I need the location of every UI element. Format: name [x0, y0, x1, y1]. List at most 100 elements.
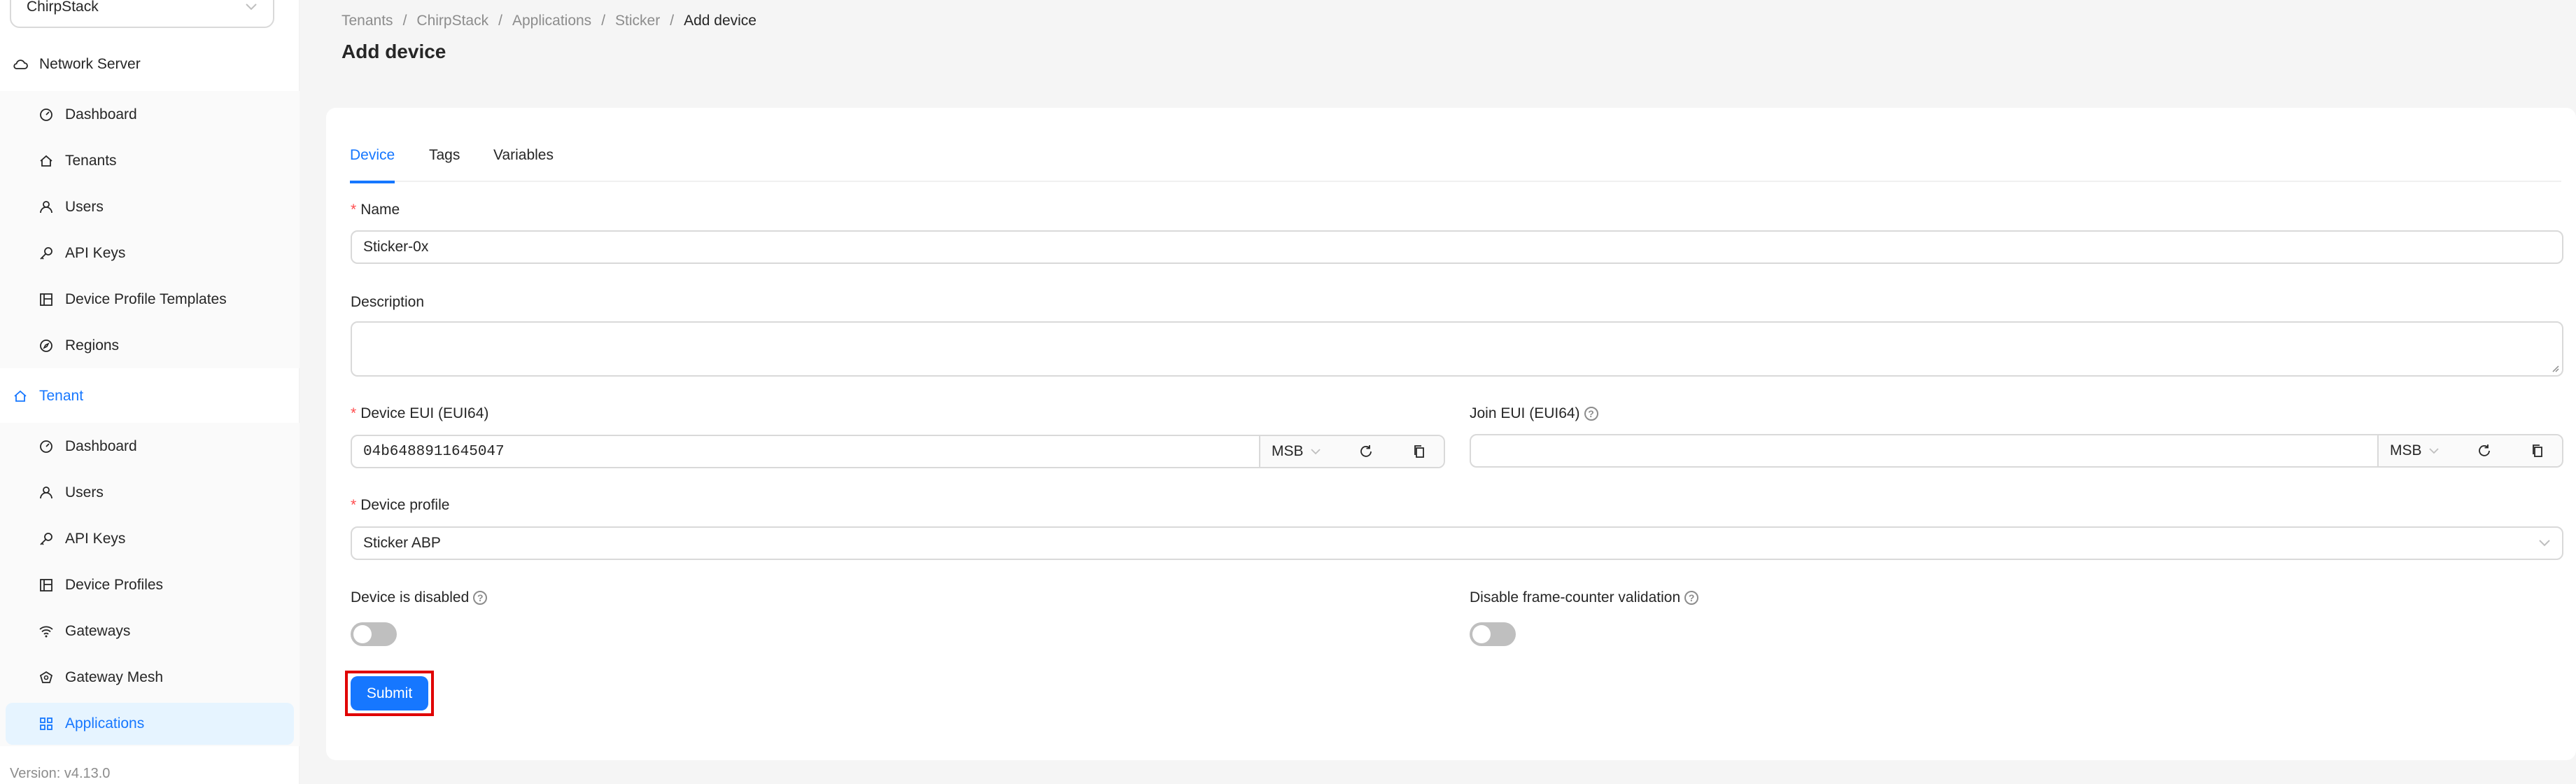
chevron-down-icon: [2428, 447, 2439, 454]
sidebar-item-label: Gateways: [65, 623, 131, 639]
key-icon: [38, 246, 54, 261]
sidebar-item-label: Regions: [65, 337, 120, 354]
dev-eui-value: 04b6488911645047: [363, 443, 505, 460]
required-mark: *: [351, 405, 357, 421]
join-eui-addon: MSB: [2377, 435, 2562, 466]
appstore-icon: [38, 716, 54, 732]
sidebar-item-ns-dashboard[interactable]: Dashboard: [6, 94, 294, 136]
help-icon[interactable]: ?: [473, 591, 488, 605]
sidebar-item-label: Users: [65, 199, 104, 215]
sidebar-item-ns-regions[interactable]: Regions: [6, 325, 294, 367]
sidebar-section-label: Tenant: [39, 388, 84, 404]
breadcrumb-current: Add device: [684, 13, 756, 29]
join-eui-byte-order-select[interactable]: MSB: [2390, 442, 2439, 459]
copy-icon[interactable]: [2530, 443, 2545, 458]
required-mark: *: [351, 202, 357, 218]
sidebar-item-tenant-applications[interactable]: Applications: [6, 703, 294, 745]
sidebar-item-tenant-gateways[interactable]: Gateways: [6, 610, 294, 652]
sidebar-item-label: Device Profile Templates: [65, 291, 227, 307]
dev-eui-input-group: 04b6488911645047 MSB: [351, 435, 1445, 468]
name-input-value: Sticker-0x: [363, 239, 429, 255]
dev-eui-addon: MSB: [1259, 436, 1444, 467]
breadcrumb-applications[interactable]: Applications: [512, 13, 591, 29]
sidebar-item-ns-device-profile-templates[interactable]: Device Profile Templates: [6, 279, 294, 321]
device-disabled-label-text: Device is disabled: [351, 589, 470, 606]
home-icon: [13, 388, 28, 404]
dev-eui-byte-order-value: MSB: [1272, 443, 1304, 459]
sidebar-item-tenant-dashboard[interactable]: Dashboard: [6, 426, 294, 468]
dashboard-icon: [38, 439, 54, 454]
sidebar-item-label: API Keys: [65, 245, 126, 261]
device-profile-select[interactable]: Sticker ABP: [351, 526, 2563, 560]
user-icon: [38, 200, 54, 215]
name-input[interactable]: Sticker-0x: [351, 230, 2563, 264]
join-eui-label-text: Join EUI (EUI64): [1470, 405, 1580, 421]
tenant-select[interactable]: ChirpStack: [10, 0, 274, 28]
tab-tags[interactable]: Tags: [429, 147, 460, 182]
sidebar-item-label: Applications: [65, 715, 145, 732]
breadcrumb-separator: /: [402, 13, 407, 29]
breadcrumb-tenants[interactable]: Tenants: [342, 13, 393, 29]
sidebar-item-label: Dashboard: [65, 438, 137, 454]
sidebar-section-network-server[interactable]: Network Server: [0, 41, 300, 88]
name-label: * Name: [351, 202, 400, 218]
compass-icon: [38, 338, 54, 354]
help-icon[interactable]: ?: [1584, 407, 1598, 421]
sidebar-item-label: Dashboard: [65, 106, 137, 122]
join-eui-label: Join EUI (EUI64)?: [1470, 405, 1598, 422]
refresh-icon[interactable]: [1358, 444, 1374, 459]
copy-icon[interactable]: [1412, 444, 1427, 459]
submit-button[interactable]: Submit: [351, 676, 428, 710]
sidebar-item-label: Tenants: [65, 153, 117, 169]
breadcrumb: Tenants / ChirpStack / Applications / Stick…: [342, 13, 756, 29]
sidebar-item-tenant-users[interactable]: Users: [6, 472, 294, 514]
sidebar-item-label: Device Profiles: [65, 577, 164, 593]
breadcrumb-chirpstack[interactable]: ChirpStack: [416, 13, 488, 29]
home-icon: [38, 153, 54, 169]
toggle-knob: [353, 625, 372, 643]
sidebar-item-label: Gateway Mesh: [65, 669, 164, 685]
device-profile-label: * Device profile: [351, 497, 449, 514]
key-icon: [38, 531, 54, 547]
tab-device[interactable]: Device: [350, 147, 395, 183]
chevron-down-icon: [2538, 539, 2551, 547]
tab-bar: Device Tags Variables: [350, 144, 2561, 183]
breadcrumb-sticker[interactable]: Sticker: [615, 13, 660, 29]
required-mark: *: [351, 497, 357, 513]
tab-variables[interactable]: Variables: [493, 147, 554, 182]
help-icon[interactable]: ?: [1684, 591, 1699, 605]
sidebar-item-label: API Keys: [65, 531, 126, 547]
disable-fcnt-toggle[interactable]: [1470, 622, 1516, 646]
device-disabled-label: Device is disabled?: [351, 589, 488, 606]
template-icon: [38, 578, 54, 593]
dashboard-icon: [38, 107, 54, 122]
breadcrumb-separator: /: [670, 13, 675, 29]
dev-eui-byte-order-select[interactable]: MSB: [1272, 443, 1321, 460]
version-text: Version: v4.13.0: [10, 766, 111, 781]
dev-eui-input[interactable]: 04b6488911645047: [352, 436, 1259, 467]
description-textarea[interactable]: [351, 321, 2563, 377]
tenant-select-value: ChirpStack: [27, 0, 99, 15]
refresh-icon[interactable]: [2477, 443, 2492, 458]
sidebar-item-tenant-device-profiles[interactable]: Device Profiles: [6, 564, 294, 606]
device-disabled-toggle[interactable]: [351, 622, 397, 646]
sidebar-item-tenant-gateway-mesh[interactable]: Gateway Mesh: [6, 657, 294, 699]
sidebar-item-ns-tenants[interactable]: Tenants: [6, 140, 294, 182]
name-label-text: Name: [360, 202, 400, 218]
join-eui-input-group: MSB: [1470, 434, 2563, 468]
description-label: Description: [351, 294, 425, 310]
toggle-knob: [1472, 625, 1491, 643]
dev-eui-label-text: Device EUI (EUI64): [360, 405, 489, 421]
template-icon: [38, 292, 54, 307]
breadcrumb-separator: /: [601, 13, 606, 29]
wifi-icon: [38, 624, 54, 639]
sidebar: ChirpStack Network Server Dashboard Tena…: [0, 0, 300, 784]
sidebar-item-ns-api-keys[interactable]: API Keys: [6, 232, 294, 274]
join-eui-input[interactable]: [1471, 435, 2377, 466]
cloud-icon: [13, 57, 28, 72]
join-eui-byte-order-value: MSB: [2390, 442, 2422, 458]
resize-handle-icon[interactable]: [2551, 364, 2559, 372]
sidebar-item-tenant-api-keys[interactable]: API Keys: [6, 518, 294, 560]
sidebar-section-tenant[interactable]: Tenant: [0, 373, 300, 419]
sidebar-item-ns-users[interactable]: Users: [6, 186, 294, 228]
